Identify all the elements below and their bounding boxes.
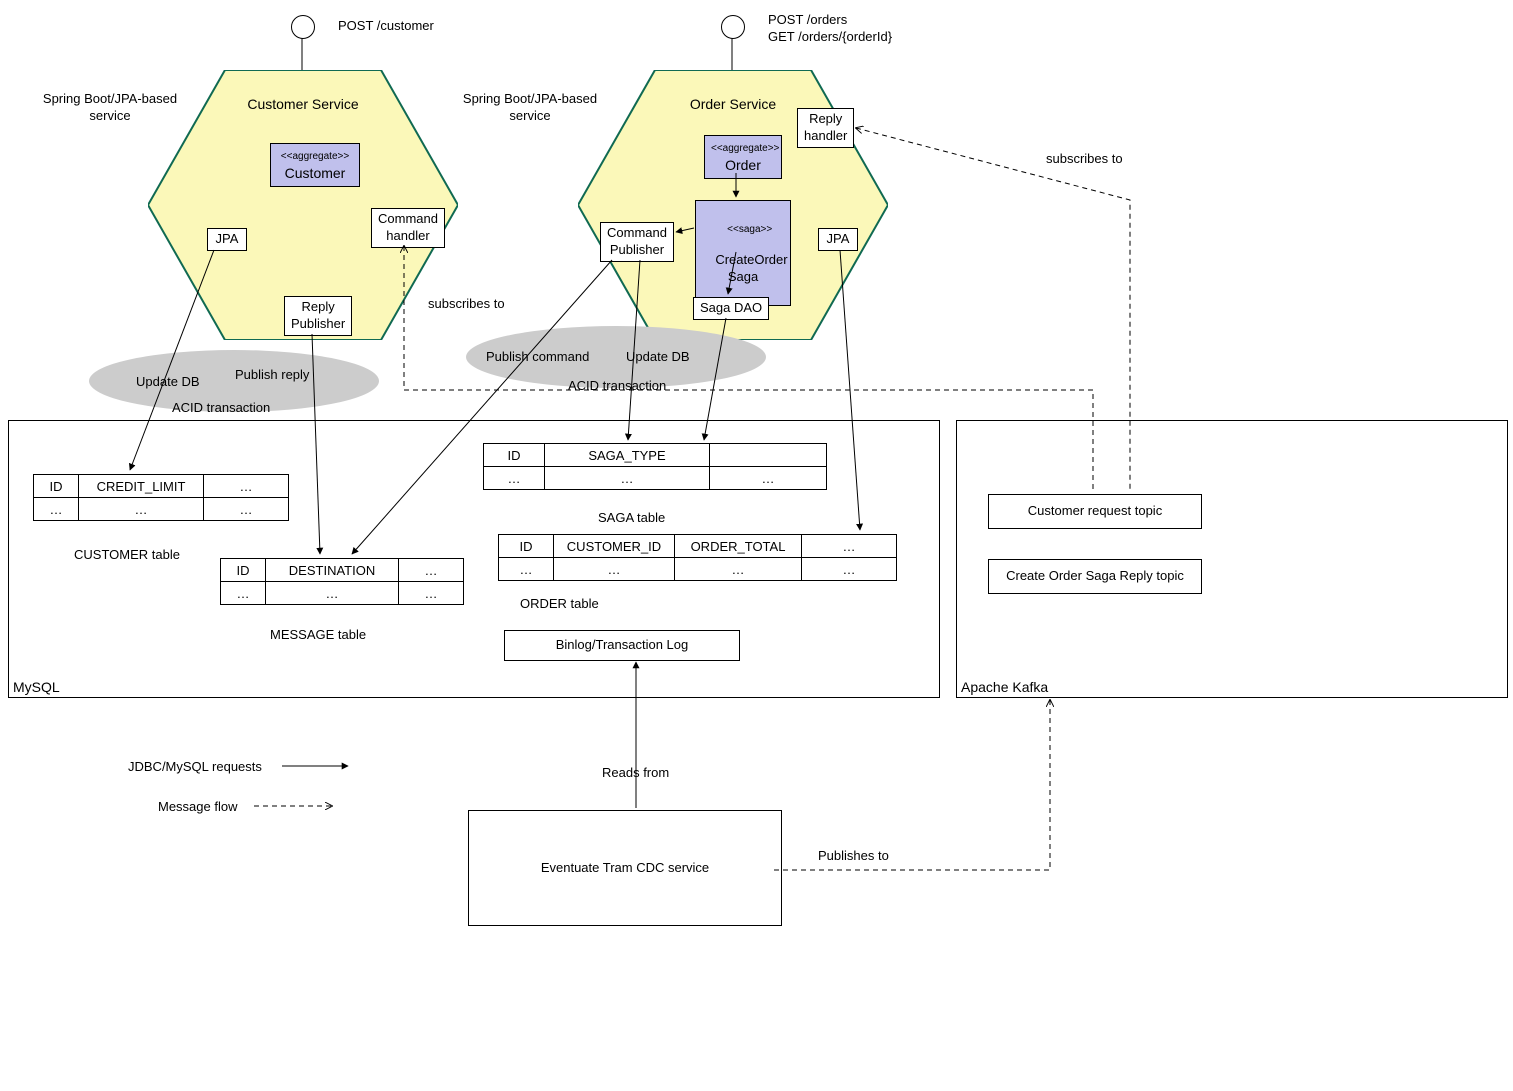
customer-jpa-box: JPA	[207, 228, 247, 251]
customer-endpoint-label: POST /customer	[338, 18, 434, 35]
customer-request-topic: Customer request topic	[988, 494, 1202, 529]
order-table: IDCUSTOMER_IDORDER_TOTAL… …………	[498, 534, 897, 581]
left-acid: ACID transaction	[172, 400, 270, 417]
binlog-box: Binlog/Transaction Log	[504, 630, 740, 661]
publishes-to-label: Publishes to	[818, 848, 889, 865]
message-table: IDDESTINATION… ………	[220, 558, 464, 605]
create-order-saga: <<saga>> CreateOrder Saga	[695, 200, 791, 306]
customer-table-label: CUSTOMER table	[74, 547, 180, 564]
architecture-diagram: POST /customer POST /orders GET /orders/…	[0, 0, 1513, 1091]
customer-service-title: Customer Service	[148, 96, 458, 112]
orders-endpoint-label: POST /orders GET /orders/{orderId}	[768, 12, 892, 46]
customer-command-handler-box: Command handler	[371, 208, 445, 248]
left-update-db: Update DB	[136, 374, 200, 391]
command-publisher-box: Command Publisher	[600, 222, 674, 262]
cdc-service-box: Eventuate Tram CDC service	[468, 810, 782, 926]
reply-handler-box: Reply handler	[797, 108, 854, 148]
order-aggregate-stereo: <<aggregate>>	[711, 143, 779, 154]
saga-table: IDSAGA_TYPE ………	[483, 443, 827, 490]
cdc-service-label: Eventuate Tram CDC service	[541, 860, 709, 877]
legend-jdbc: JDBC/MySQL requests	[128, 759, 262, 776]
order-aggregate-name: Order	[725, 157, 761, 173]
order-table-label: ORDER table	[520, 596, 599, 613]
reads-from-label: Reads from	[602, 765, 669, 782]
orders-endpoint-circle	[721, 15, 745, 39]
order-aggregate: <<aggregate>> Order	[704, 135, 782, 179]
customer-reply-publisher-box: Reply Publisher	[284, 296, 352, 336]
legend-msg: Message flow	[158, 799, 237, 816]
customer-aggregate-name: Customer	[285, 165, 346, 181]
right-acid: ACID transaction	[568, 378, 666, 395]
create-order-saga-reply-topic: Create Order Saga Reply topic	[988, 559, 1202, 594]
saga-stereo: <<saga>>	[727, 224, 772, 235]
customer-table: IDCREDIT_LIMIT… ………	[33, 474, 289, 521]
customer-endpoint-circle	[291, 15, 315, 39]
left-publish-reply: Publish reply	[235, 367, 309, 384]
kafka-label: Apache Kafka	[961, 679, 1048, 695]
saga-name: CreateOrder Saga	[715, 252, 787, 284]
mysql-label: MySQL	[13, 679, 60, 695]
customer-aggregate: <<aggregate>> Customer	[270, 143, 360, 187]
order-jpa-box: JPA	[818, 228, 858, 251]
message-table-label: MESSAGE table	[270, 627, 366, 644]
saga-table-label: SAGA table	[598, 510, 665, 527]
subscribes-left: subscribes to	[428, 296, 505, 313]
right-update-db: Update DB	[626, 349, 690, 366]
saga-dao-box: Saga DAO	[693, 297, 769, 320]
customer-aggregate-stereo: <<aggregate>>	[281, 151, 349, 162]
right-publish-cmd: Publish command	[486, 349, 589, 366]
subscribes-right: subscribes to	[1046, 151, 1123, 168]
